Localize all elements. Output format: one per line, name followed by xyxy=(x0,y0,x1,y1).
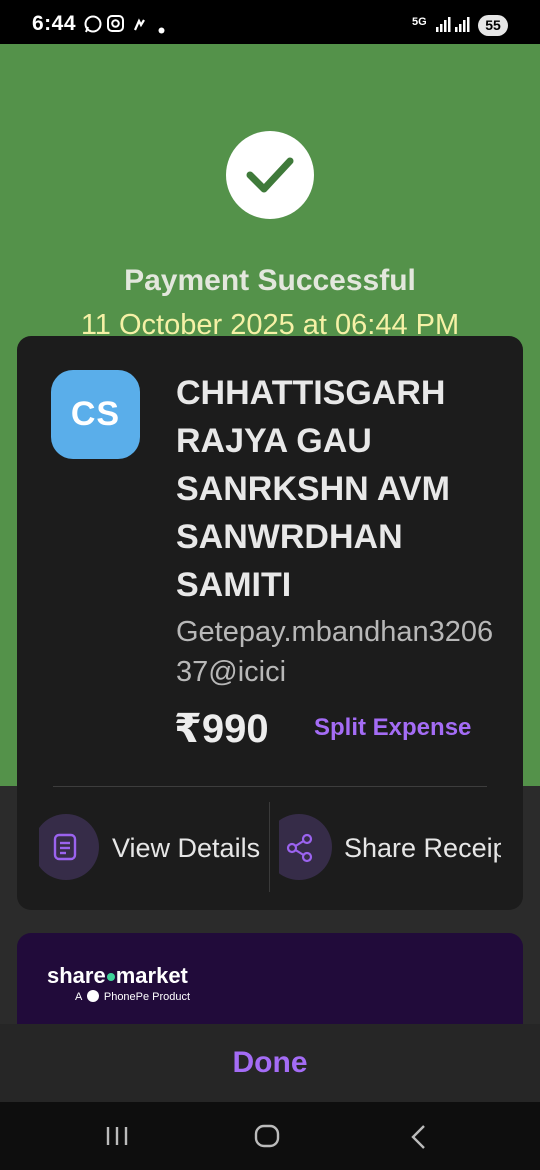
signal-icon xyxy=(436,17,470,38)
split-expense-button[interactable]: Split Expense xyxy=(314,714,471,742)
recents-icon[interactable] xyxy=(104,1124,130,1153)
share-receipt-label: Share Receipt xyxy=(344,833,501,863)
share-icon xyxy=(286,833,313,863)
merchant-upi-id: Getepay.mbandhan320637@icici xyxy=(176,616,494,688)
card-divider xyxy=(53,786,487,787)
view-details-button[interactable]: View Details xyxy=(39,806,261,888)
app-notification-icon xyxy=(132,18,146,37)
payment-status-title: Payment Successful xyxy=(124,264,416,297)
document-icon xyxy=(53,833,77,861)
dot-icon xyxy=(158,21,165,39)
phonepe-product-tag: A PhonePe Product xyxy=(75,990,191,1003)
battery-icon: 55 xyxy=(478,15,508,36)
back-icon[interactable] xyxy=(406,1124,432,1155)
payment-amount: ₹990 xyxy=(174,707,269,751)
share-receipt-button[interactable]: Share Receipt xyxy=(279,806,501,888)
status-time: 6:44 xyxy=(32,12,77,35)
view-details-label: View Details xyxy=(112,833,261,863)
share-icon-bg xyxy=(279,814,332,880)
merchant-avatar: CS xyxy=(51,370,140,459)
success-check-icon xyxy=(226,131,314,219)
navigation-bar xyxy=(0,1102,540,1170)
done-bar: Done xyxy=(0,1024,540,1102)
payment-success-screen: 6:44 5G 55 Payment Successful 11 October… xyxy=(0,0,540,1170)
share-market-logo: share market xyxy=(47,963,188,988)
view-details-icon-bg xyxy=(39,814,99,880)
home-icon[interactable] xyxy=(254,1124,280,1153)
network-type: 5G xyxy=(412,16,427,28)
phonepe-logo-icon xyxy=(86,990,99,1002)
merchant-name: CHHATTISGARH RAJYA GAU SANRKSHN AVM SANW… xyxy=(176,374,450,604)
payment-details-card: CS CHHATTISGARH RAJYA GAU SANRKSHN AVM S… xyxy=(17,336,523,910)
whatsapp-icon xyxy=(84,15,102,38)
status-bar: 6:44 5G 55 xyxy=(0,0,540,44)
actions-separator xyxy=(269,802,270,892)
done-button[interactable]: Done xyxy=(0,1024,540,1102)
instagram-icon xyxy=(107,15,124,37)
